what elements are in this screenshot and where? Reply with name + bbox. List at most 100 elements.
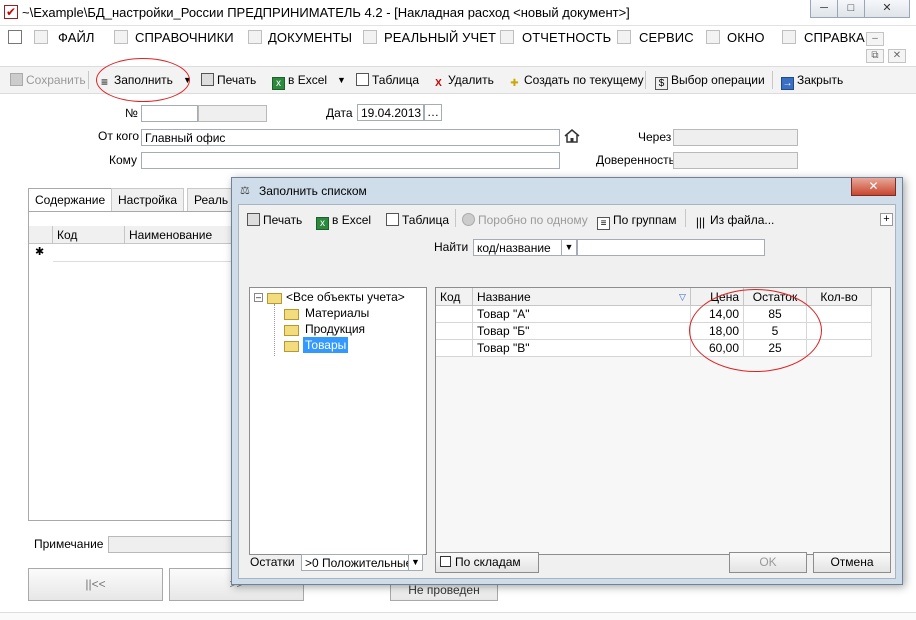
menu-reports[interactable]: ОТЧЕТНОСТЬ: [522, 30, 611, 45]
toolbar-separator: [88, 71, 89, 89]
number-label: №: [125, 106, 138, 120]
via-field[interactable]: [673, 129, 798, 146]
from-label: От кого: [98, 129, 140, 143]
menu-real-accounting[interactable]: РЕАЛЬНЫЙ УЧЕТ: [384, 30, 496, 45]
folder-open-icon: [267, 293, 282, 304]
tree-node-products[interactable]: Продукция: [305, 322, 365, 336]
to-field[interactable]: [141, 152, 560, 169]
row-3-code[interactable]: [436, 340, 473, 357]
menu-documents[interactable]: ДОКУМЕНТЫ: [268, 30, 352, 45]
cancel-button[interactable]: Отмена: [813, 552, 891, 573]
date-picker-button[interactable]: …: [424, 104, 442, 121]
mdi-restore-button[interactable]: ⧉: [866, 49, 884, 63]
create-from-current-button[interactable]: ✚ Создать по текущему: [508, 73, 643, 91]
goods-grid: Код Название ▽ Цена Остаток Кол-во Товар…: [435, 287, 891, 555]
dialog-excel-button[interactable]: xв Excel: [316, 213, 371, 230]
dialog-body: Печать xв Excel Таблица Поробно по одном…: [238, 204, 896, 579]
by-groups-button[interactable]: ≡ По группам: [597, 213, 676, 230]
documents-menu-icon: [248, 30, 262, 44]
row-2-name[interactable]: Товар "Б": [473, 323, 691, 340]
close-document-button[interactable]: → Закрыть: [781, 73, 843, 90]
to-label: Кому: [109, 153, 138, 167]
delete-button[interactable]: X Удалить: [432, 73, 494, 91]
code-column-header[interactable]: Код: [436, 288, 473, 306]
sort-filter-icon[interactable]: ▽: [679, 292, 686, 303]
detail-one-by-one-button[interactable]: Поробно по одному: [462, 213, 588, 227]
from-field[interactable]: Главный офис: [141, 129, 560, 146]
toolbar-separator: [645, 71, 646, 89]
row-1-code[interactable]: [436, 306, 473, 323]
tab-real[interactable]: Реаль: [187, 188, 237, 211]
note-field[interactable]: [108, 536, 236, 553]
number-field[interactable]: [141, 105, 198, 122]
menu-window[interactable]: ОКНО: [727, 30, 765, 45]
menu-service[interactable]: СЕРВИС: [639, 30, 694, 45]
tree-node-goods[interactable]: Товары: [303, 337, 349, 353]
new-document-icon[interactable]: [8, 30, 22, 44]
save-button[interactable]: Сохранить: [10, 73, 86, 87]
status-bar: [0, 612, 916, 620]
row-3-name[interactable]: Товар "В": [473, 340, 691, 357]
folder-icon: [284, 341, 299, 352]
help-menu-icon: [782, 30, 796, 44]
row-1-name[interactable]: Товар "А": [473, 306, 691, 323]
menu-help[interactable]: СПРАВКА: [804, 30, 865, 45]
expand-toolbar-button[interactable]: +: [880, 213, 893, 226]
dialog-table-button[interactable]: Таблица: [386, 213, 449, 227]
by-warehouse-toggle[interactable]: По складам: [435, 552, 539, 573]
home-icon[interactable]: [563, 128, 581, 144]
search-mode-select[interactable]: код/название: [473, 239, 563, 256]
print-button[interactable]: Печать: [201, 73, 256, 87]
tree-node-root[interactable]: <Все объекты учета>: [286, 290, 405, 304]
tree-node-materials[interactable]: Материалы: [305, 306, 369, 320]
annotation-circle: [96, 58, 190, 102]
barcode-icon: |||: [695, 215, 706, 229]
annotation-circle: [689, 289, 822, 372]
choose-operation-button[interactable]: $ Выбор операции: [655, 73, 765, 90]
dialog-close-button[interactable]: ✕: [851, 178, 896, 196]
tab-settings[interactable]: Настройка: [111, 188, 185, 211]
toolbar-separator: [772, 71, 773, 89]
directories-menu-icon: [114, 30, 128, 44]
table-button[interactable]: Таблица: [356, 73, 419, 87]
name-column-header[interactable]: Наименование: [125, 226, 238, 244]
menu-file[interactable]: ФАЙЛ: [58, 30, 95, 45]
excel-button[interactable]: xв Excel: [272, 73, 327, 90]
delete-icon: X: [435, 78, 442, 89]
operation-icon: $: [655, 77, 668, 90]
row-2-code[interactable]: [436, 323, 473, 340]
ok-button[interactable]: OK: [729, 552, 807, 573]
minimize-button[interactable]: ─: [810, 0, 838, 18]
dialog-print-button[interactable]: Печать: [247, 213, 302, 227]
tree-collapse-toggle[interactable]: –: [254, 293, 263, 302]
tree-line: [274, 304, 275, 356]
from-file-button[interactable]: ||| Из файла...: [694, 213, 775, 230]
note-label: Примечание: [34, 537, 104, 551]
mdi-close-button[interactable]: ✕: [888, 49, 906, 63]
proxy-label: Доверенность: [596, 153, 675, 167]
close-window-button[interactable]: ✕: [864, 0, 910, 18]
mdi-minimize-button[interactable]: –: [866, 32, 884, 46]
tab-content[interactable]: Содержание: [28, 188, 113, 211]
stock-filter-select[interactable]: >0 Положительные: [301, 554, 409, 571]
name-column-header[interactable]: Название: [473, 288, 691, 306]
first-record-button[interactable]: ||<<: [28, 568, 163, 601]
qty-column-header[interactable]: Кол-во: [807, 288, 872, 306]
code-column-header[interactable]: Код: [53, 226, 125, 244]
search-mode-dropdown-arrow[interactable]: ▼: [561, 239, 577, 256]
date-field[interactable]: 19.04.2013: [357, 104, 424, 121]
stock-filter-dropdown-arrow[interactable]: ▼: [408, 554, 423, 571]
new-row[interactable]: [53, 244, 239, 262]
date-label: Дата: [326, 106, 353, 120]
category-tree: – <Все объекты учета> Материалы Продукци…: [249, 287, 427, 555]
number-suffix-field: [198, 105, 267, 122]
menu-directories[interactable]: СПРАВОЧНИКИ: [135, 30, 234, 45]
search-input[interactable]: [577, 239, 765, 256]
excel-dropdown-arrow[interactable]: ▼: [337, 75, 346, 85]
search-label: Найти: [434, 240, 469, 254]
checkbox-icon: [440, 556, 451, 567]
row-indicator-header: [29, 226, 53, 244]
table-icon: [386, 213, 399, 226]
proxy-field[interactable]: [673, 152, 798, 169]
maximize-button[interactable]: □: [837, 0, 865, 18]
